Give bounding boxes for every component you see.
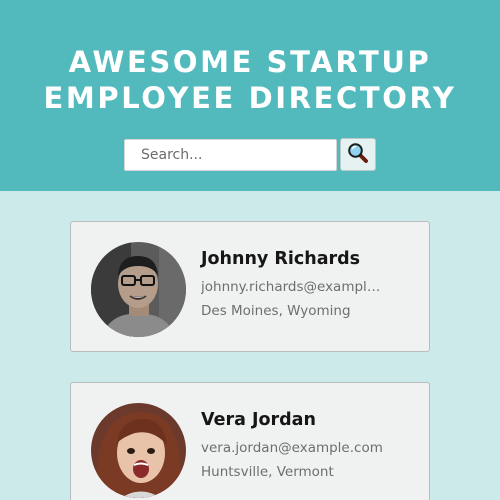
employee-card[interactable]: Johnny Richards johnny.richards@example.… bbox=[70, 221, 430, 352]
magnifying-glass-icon bbox=[347, 142, 369, 168]
page-title-line-1: AWESOME STARTUP bbox=[68, 45, 432, 79]
employee-email: vera.jordan@example.com bbox=[201, 440, 383, 456]
employee-email: johnny.richards@example.com bbox=[201, 279, 383, 295]
employee-name: Johnny Richards bbox=[201, 249, 361, 269]
page-title-line-2: EMPLOYEE DIRECTORY bbox=[43, 81, 457, 115]
employee-name: Vera Jordan bbox=[201, 410, 316, 430]
search-button[interactable] bbox=[340, 138, 376, 171]
employee-location: Huntsville, Vermont bbox=[201, 464, 334, 480]
page-header: AWESOME STARTUP EMPLOYEE DIRECTORY bbox=[0, 0, 500, 191]
search-input[interactable] bbox=[124, 139, 337, 171]
employee-location: Des Moines, Wyoming bbox=[201, 303, 351, 319]
avatar bbox=[91, 403, 186, 498]
avatar bbox=[91, 242, 186, 337]
employee-card[interactable]: Vera Jordan vera.jordan@example.com Hunt… bbox=[70, 382, 430, 500]
